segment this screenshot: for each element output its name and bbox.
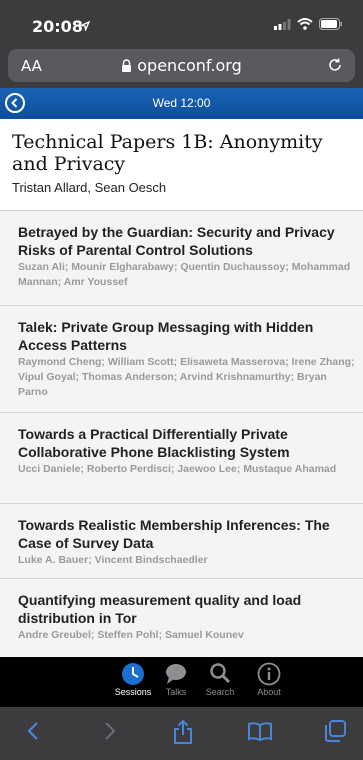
chevron-left-icon[interactable] bbox=[24, 719, 44, 743]
paper-authors: Ucci Daniele; Roberto Perdisci; Jaewoo L… bbox=[18, 463, 337, 475]
paper-item[interactable]: Towards a Practical Differentially Priva… bbox=[0, 413, 363, 504]
url-display[interactable]: openconf.org bbox=[8, 56, 355, 75]
app-tab-bar: Sessions Talks Search About bbox=[0, 657, 363, 707]
tab-about[interactable]: About bbox=[243, 661, 295, 697]
speech-bubble-icon bbox=[166, 664, 186, 684]
paper-authors: Raymond Cheng; William Scott; Elisaweta … bbox=[18, 356, 355, 398]
share-icon[interactable] bbox=[172, 719, 194, 745]
session-chairs: Tristan Allard, Sean Oesch bbox=[12, 180, 167, 195]
url-domain: openconf.org bbox=[137, 56, 242, 75]
paper-item[interactable]: Quantifying measurement quality and load… bbox=[0, 579, 363, 657]
session-title: Technical Papers 1B: Anonymity and Priva… bbox=[12, 131, 323, 175]
paper-authors: Luke A. Bauer; Vincent Bindschaedler bbox=[18, 554, 208, 566]
lock-icon bbox=[122, 59, 132, 72]
paper-title: Towards a Practical Differentially Priva… bbox=[18, 426, 290, 460]
address-bar[interactable]: AA openconf.org bbox=[8, 49, 355, 82]
tab-label: Talks bbox=[165, 687, 187, 697]
paper-title: Talek: Private Group Messaging with Hidd… bbox=[18, 319, 314, 353]
header-title: Wed 12:00 bbox=[152, 96, 211, 110]
paper-item[interactable]: Towards Realistic Membership Inferences:… bbox=[0, 504, 363, 579]
status-time: 20:08 bbox=[32, 17, 83, 36]
tab-search[interactable]: Search bbox=[194, 661, 246, 697]
search-icon bbox=[210, 663, 231, 684]
paper-item[interactable]: Betrayed by the Guardian: Security and P… bbox=[0, 211, 363, 306]
location-arrow-icon bbox=[80, 21, 90, 31]
paper-item[interactable]: Talek: Private Group Messaging with Hidd… bbox=[0, 306, 363, 413]
wifi-icon bbox=[297, 18, 313, 30]
info-icon bbox=[257, 662, 281, 686]
app-header: Wed 12:00 bbox=[0, 88, 363, 119]
session-header: Technical Papers 1B: Anonymity and Priva… bbox=[0, 119, 363, 211]
tab-label: Sessions bbox=[114, 687, 152, 697]
paper-authors: Andre Greubel; Steffen Pohl; Samuel Koun… bbox=[18, 629, 244, 641]
paper-authors: Suzan Ali; Mounir Elgharabawy; Quentin D… bbox=[18, 261, 351, 288]
reload-icon[interactable] bbox=[327, 57, 343, 73]
battery-icon bbox=[319, 18, 342, 30]
chevron-right-icon[interactable] bbox=[99, 719, 119, 743]
tabs-icon[interactable] bbox=[323, 719, 347, 743]
tab-label: About bbox=[257, 687, 281, 697]
bookmarks-icon[interactable] bbox=[247, 719, 273, 743]
browser-toolbar bbox=[0, 707, 363, 760]
paper-title: Betrayed by the Guardian: Security and P… bbox=[18, 224, 335, 258]
cellular-signal-icon bbox=[274, 18, 291, 30]
status-bar: 20:08 bbox=[0, 0, 363, 46]
clock-icon bbox=[122, 663, 144, 685]
tab-label: Search bbox=[205, 687, 235, 697]
paper-list: Betrayed by the Guardian: Security and P… bbox=[0, 211, 363, 657]
paper-title: Towards Realistic Membership Inferences:… bbox=[18, 517, 330, 551]
status-indicators bbox=[274, 18, 343, 30]
paper-title: Quantifying measurement quality and load… bbox=[18, 592, 302, 626]
